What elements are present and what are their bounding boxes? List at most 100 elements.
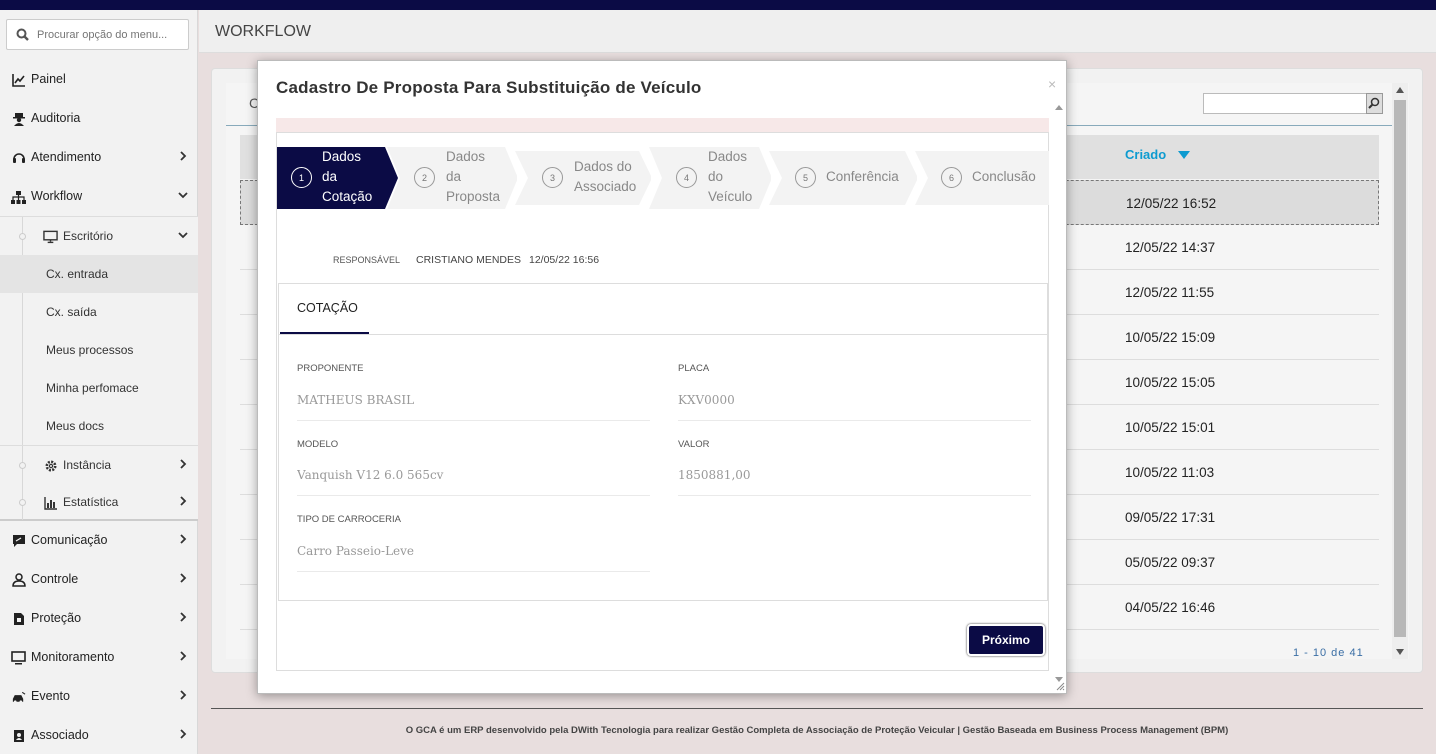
sidebar-item-cx-entrada[interactable]: Cx. entrada — [0, 255, 198, 293]
tree-dot — [19, 499, 26, 506]
sidebar-item-meus-docs[interactable]: Meus docs — [0, 407, 198, 445]
sidebar-item-minha-perfomace[interactable]: Minha perfomace — [0, 369, 198, 407]
pager-info: 1 - 10 de 41 — [1293, 647, 1364, 659]
grid-search-button[interactable] — [1366, 93, 1383, 114]
sidebar-item-protecao[interactable]: Proteção — [0, 599, 198, 638]
close-icon[interactable]: × — [1048, 76, 1056, 92]
chevron-right-icon — [180, 459, 187, 469]
desktop-icon — [43, 229, 58, 244]
row-created: 10/05/22 15:05 — [1125, 375, 1216, 390]
modal-scrollbar[interactable] — [1053, 99, 1065, 689]
menu-search[interactable] — [6, 19, 189, 50]
next-button[interactable]: Próximo — [967, 624, 1045, 656]
chat-icon — [11, 533, 26, 548]
modelo-field[interactable] — [297, 468, 647, 482]
chevron-right-icon — [180, 729, 187, 739]
sidebar-item-cx-saida[interactable]: Cx. saída — [0, 293, 198, 331]
field-underline — [297, 420, 650, 421]
sitemap-icon — [11, 189, 26, 204]
step-number: 5 — [795, 167, 816, 188]
sidebar-item-evento[interactable]: Evento — [0, 677, 198, 716]
step-number: 1 — [291, 167, 312, 188]
sidebar-item-label: Proteção — [31, 611, 82, 625]
sidebar-item-auditoria[interactable]: Auditoria — [0, 99, 198, 138]
carroceria-label: TIPO DE CARROCERIA — [297, 514, 401, 525]
chevron-down-icon — [178, 232, 188, 239]
sidebar-item-instancia[interactable]: Instância — [0, 445, 198, 483]
page-title: WORKFLOW — [215, 23, 311, 40]
sidebar-item-controle[interactable]: Controle — [0, 560, 198, 599]
step-dados-proposta[interactable]: 2 Dados da Proposta — [387, 147, 517, 209]
sidebar-item-label: Painel — [31, 72, 66, 86]
scroll-up-icon[interactable] — [1055, 105, 1063, 110]
proposal-modal: Cadastro De Proposta Para Substituição d… — [257, 60, 1067, 694]
scroll-thumb[interactable] — [1394, 100, 1406, 637]
step-conferencia[interactable]: 5 Conferência — [769, 147, 917, 209]
grid-search-input[interactable] — [1203, 93, 1383, 114]
sidebar-item-painel[interactable]: Painel — [0, 60, 198, 99]
sidebar-item-label: Estatística — [63, 495, 119, 509]
sidebar-nav: Painel Auditoria Atendimento Workflow Es… — [0, 60, 198, 754]
sidebar-item-monitoramento[interactable]: Monitoramento — [0, 638, 198, 677]
placa-label: PLACA — [678, 363, 710, 374]
modelo-label: MODELO — [297, 439, 339, 450]
sort-desc-icon[interactable] — [1178, 151, 1190, 159]
sidebar-item-label: Atendimento — [31, 150, 102, 164]
sidebar-item-label: Minha perfomace — [46, 381, 139, 395]
valor-field[interactable] — [678, 468, 1028, 482]
field-underline — [678, 420, 1031, 421]
resize-handle-icon[interactable] — [1055, 681, 1065, 691]
row-created: 10/05/22 11:03 — [1125, 465, 1215, 480]
sidebar-item-label: Cx. entrada — [46, 267, 109, 281]
chevron-right-icon — [180, 651, 187, 661]
step-dados-associado[interactable]: 3 Dados do Associado — [515, 147, 651, 209]
scroll-down-icon[interactable] — [1396, 649, 1404, 655]
wizard-steps: 1 Dados da Cotação 2 Dados da Proposta 3 — [277, 147, 1050, 209]
chevron-right-icon — [180, 573, 187, 583]
proponente-field[interactable] — [297, 393, 647, 407]
step-dados-cotacao[interactable]: 1 Dados da Cotação — [277, 147, 399, 209]
sidebar-item-workflow[interactable]: Workflow — [0, 177, 198, 216]
step-number: 3 — [542, 167, 563, 188]
placa-field[interactable] — [678, 393, 1028, 407]
menu-search-input[interactable] — [37, 22, 185, 47]
step-label: Conferência — [826, 169, 899, 184]
sidebar-item-atendimento[interactable]: Atendimento — [0, 138, 198, 177]
file-icon — [11, 611, 26, 626]
step-number: 4 — [676, 167, 697, 188]
user-secret-icon — [11, 111, 26, 126]
tab-cotacao[interactable]: COTAÇÃO — [280, 284, 369, 334]
workflow-submenu: Escritório Cx. entrada Cx. saída Meus pr… — [0, 216, 198, 521]
sidebar-item-comunicacao[interactable]: Comunicação — [0, 521, 198, 560]
footer-text: O GCA é um ERP desenvolvido pela DWith T… — [405, 725, 1229, 736]
sidebar-item-label: Instância — [63, 458, 112, 472]
tree-dot — [19, 462, 26, 469]
alert-strip — [276, 118, 1049, 132]
sidebar-item-label: Associado — [31, 728, 89, 742]
sidebar-item-escritorio[interactable]: Escritório — [0, 217, 198, 255]
sidebar-item-estatistica[interactable]: Estatística — [0, 483, 198, 521]
sidebar-item-meus-processos[interactable]: Meus processos — [0, 331, 198, 369]
search-icon — [16, 28, 29, 41]
step-label: Dados do Associado — [574, 159, 637, 194]
wizard-container: 1 Dados da Cotação 2 Dados da Proposta 3 — [276, 132, 1049, 671]
carroceria-field[interactable] — [297, 544, 647, 558]
field-underline — [297, 495, 650, 496]
field-underline — [678, 495, 1031, 496]
sidebar: Painel Auditoria Atendimento Workflow Es… — [0, 10, 198, 754]
tree-dot — [19, 233, 26, 240]
scroll-up-icon[interactable] — [1396, 87, 1404, 93]
folder-user-icon — [11, 728, 26, 743]
row-created: 10/05/22 15:01 — [1125, 420, 1216, 435]
row-created: 10/05/22 15:09 — [1125, 330, 1216, 345]
grid-scrollbar[interactable] — [1392, 83, 1408, 659]
row-created: 09/05/22 17:31 — [1125, 510, 1216, 525]
sidebar-item-associado[interactable]: Associado — [0, 716, 198, 754]
column-created-header[interactable]: Criado — [1125, 147, 1166, 162]
gear-icon — [43, 458, 58, 473]
line-chart-icon — [11, 72, 26, 87]
step-dados-veiculo[interactable]: 4 Dados do Veículo — [649, 147, 771, 209]
step-conclusao[interactable]: 6 Conclusão — [915, 147, 1049, 209]
search-icon — [1368, 97, 1380, 109]
top-bar — [0, 0, 1436, 10]
